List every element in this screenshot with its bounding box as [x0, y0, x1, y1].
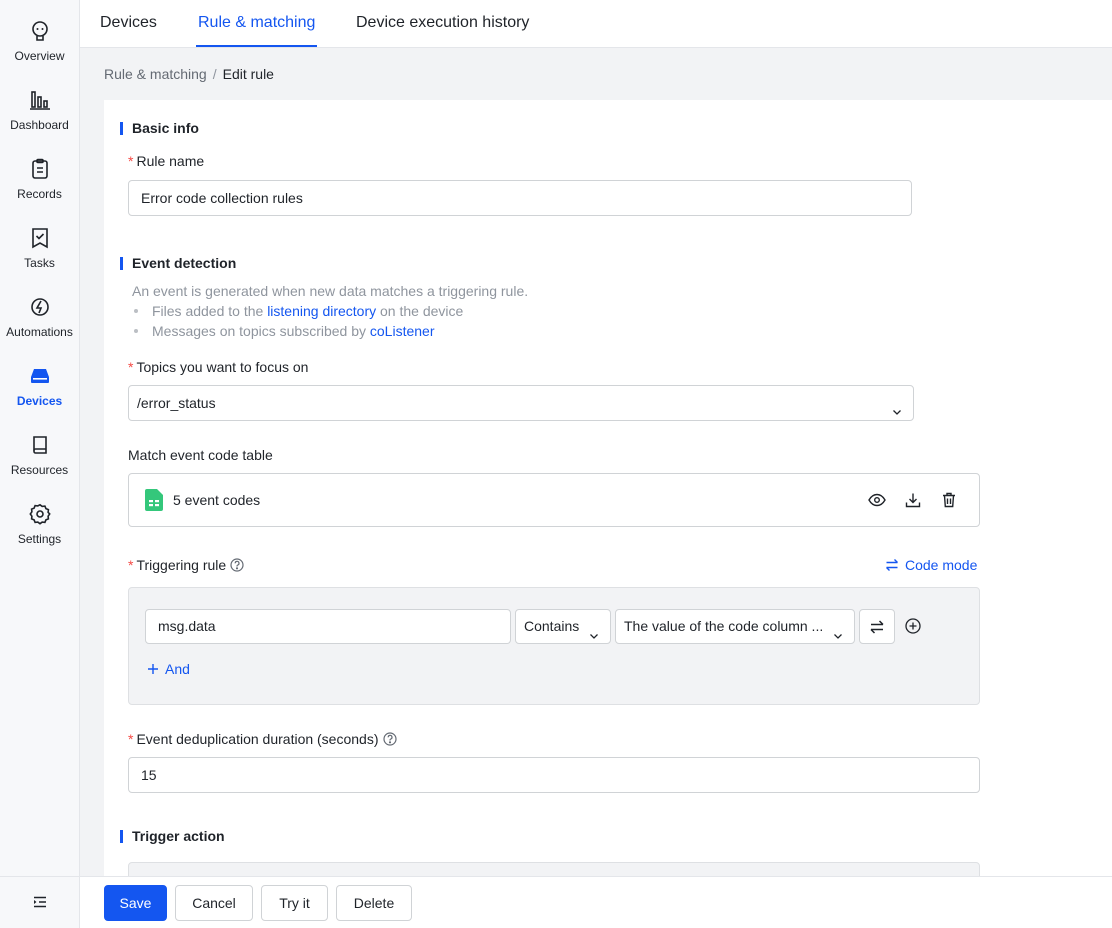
sidebar-item-label: Resources	[10, 463, 69, 477]
delete-trash-icon[interactable]	[939, 490, 959, 510]
rule-name-label: * Rule name	[128, 153, 205, 169]
form-footer: Save Cancel Try it Delete	[80, 876, 1112, 928]
required-marker: *	[128, 359, 134, 375]
sidebar-item-label: Tasks	[24, 256, 55, 270]
chevron-down-icon	[891, 396, 903, 420]
try-it-button[interactable]: Try it	[261, 885, 328, 921]
trigger-action-box	[128, 862, 980, 876]
top-tab-bar: Devices Rule & matching Device execution…	[80, 0, 1112, 48]
download-icon[interactable]	[903, 490, 923, 510]
collapse-menu-icon	[33, 895, 47, 911]
dedup-duration-label: * Event deduplication duration (seconds)	[128, 731, 397, 747]
tab-device-execution-history[interactable]: Device execution history	[356, 0, 529, 47]
event-detection-description: An event is generated when new data matc…	[132, 283, 529, 299]
add-and-condition-button[interactable]: And	[147, 661, 190, 677]
required-marker: *	[128, 153, 134, 169]
gear-icon	[28, 502, 52, 526]
sidebar-item-automations[interactable]: Automations	[0, 292, 79, 354]
triggering-rule-label: * Triggering rule	[128, 557, 244, 573]
spreadsheet-icon	[145, 489, 163, 523]
colistener-link[interactable]: coListener	[370, 323, 435, 339]
breadcrumb-separator: /	[212, 66, 217, 82]
required-marker: *	[128, 731, 134, 747]
rule-operator-value: Contains	[524, 618, 580, 634]
swap-arrows-icon	[869, 619, 885, 634]
sidebar-item-label: Records	[17, 187, 62, 201]
match-table-file-name: 5 event codes	[173, 492, 261, 508]
add-condition-icon[interactable]	[903, 616, 923, 636]
topics-label: * Topics you want to focus on	[128, 359, 309, 375]
sidebar: Overview Dashboard Records Tasks Automat…	[0, 0, 80, 928]
bar-chart-icon	[28, 88, 52, 112]
edit-rule-form: Basic info * Rule name Error code collect…	[104, 100, 1112, 876]
breadcrumb: Rule & matching / Edit rule	[104, 66, 274, 82]
sidebar-item-dashboard[interactable]: Dashboard	[0, 85, 79, 147]
breadcrumb-current: Edit rule	[222, 66, 274, 82]
save-button[interactable]: Save	[104, 885, 167, 921]
sidebar-item-label: Dashboard	[10, 118, 69, 132]
swap-arrows-icon	[885, 558, 899, 572]
sidebar-item-records[interactable]: Records	[0, 154, 79, 216]
bullet-dot	[134, 329, 138, 333]
dedup-duration-input[interactable]: 15	[128, 757, 980, 793]
swap-value-mode-button[interactable]	[859, 609, 895, 644]
chevron-down-icon	[588, 621, 600, 643]
collapse-sidebar-button[interactable]	[0, 876, 79, 928]
sidebar-item-devices[interactable]: Devices	[0, 361, 79, 423]
triggering-rule-box: msg.data Contains The value of the code …	[128, 587, 980, 705]
event-source-files: Files added to the listening directory o…	[152, 303, 464, 319]
sidebar-item-label: Settings	[17, 532, 62, 546]
chevron-down-icon	[832, 621, 844, 643]
plus-icon	[147, 663, 159, 675]
bullet-dot	[134, 309, 138, 313]
sidebar-item-label: Automations	[6, 325, 73, 339]
event-source-messages: Messages on topics subscribed by coListe…	[152, 323, 435, 339]
rule-name-input[interactable]: Error code collection rules	[128, 180, 912, 216]
automation-icon	[28, 295, 52, 319]
help-circle-icon[interactable]	[230, 558, 244, 572]
device-icon	[28, 364, 52, 388]
rule-value-select[interactable]: The value of the code column ...	[615, 609, 855, 644]
cancel-button[interactable]: Cancel	[175, 885, 253, 921]
book-icon	[28, 433, 52, 457]
section-title-trigger-action: Trigger action	[120, 828, 225, 844]
section-title-event-detection: Event detection	[120, 255, 236, 271]
clipboard-icon	[28, 157, 52, 181]
code-mode-button[interactable]: Code mode	[885, 557, 977, 573]
delete-button[interactable]: Delete	[336, 885, 412, 921]
bot-icon	[28, 19, 52, 43]
listening-directory-link[interactable]: listening directory	[267, 303, 376, 319]
tab-rule-matching[interactable]: Rule & matching	[196, 0, 318, 47]
section-title-basic-info: Basic info	[120, 120, 199, 136]
sidebar-item-label: Devices	[16, 394, 63, 408]
sidebar-item-tasks[interactable]: Tasks	[0, 223, 79, 285]
sidebar-item-resources[interactable]: Resources	[0, 430, 79, 492]
match-table-label: Match event code table	[128, 447, 273, 463]
required-marker: *	[128, 557, 134, 573]
help-circle-icon[interactable]	[382, 732, 397, 746]
task-icon	[28, 226, 52, 250]
topics-select-value: /error_status	[137, 395, 216, 411]
rule-value-text: The value of the code column ...	[624, 618, 824, 634]
breadcrumb-parent-link[interactable]: Rule & matching	[104, 66, 207, 82]
rule-operator-select[interactable]: Contains	[515, 609, 611, 644]
match-table-file-card: 5 event codes	[128, 473, 980, 527]
tab-devices[interactable]: Devices	[100, 0, 157, 47]
preview-eye-icon[interactable]	[867, 490, 887, 510]
sidebar-item-overview[interactable]: Overview	[0, 16, 79, 78]
sidebar-item-settings[interactable]: Settings	[0, 499, 79, 561]
topics-select[interactable]: /error_status	[128, 385, 914, 421]
rule-field-input[interactable]: msg.data	[145, 609, 511, 644]
sidebar-item-label: Overview	[14, 49, 65, 63]
